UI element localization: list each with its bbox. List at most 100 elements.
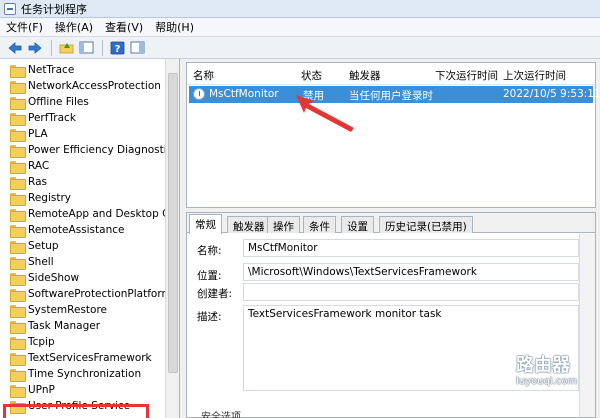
tree-item-tcpip[interactable]: Tcpip bbox=[10, 334, 55, 350]
folder-icon bbox=[10, 144, 26, 158]
toolbar: ? bbox=[0, 37, 600, 59]
tab-actions[interactable]: 操作 bbox=[267, 216, 300, 233]
folder-icon bbox=[10, 320, 26, 334]
tree-item-setup[interactable]: Setup bbox=[10, 238, 59, 254]
tree-item-label: Task Manager bbox=[28, 320, 101, 332]
task-list-header: 名称 状态 触发器 下次运行时间 上次运行时间 bbox=[187, 63, 595, 85]
menu-bar: 文件(F) 操作(A) 查看(V) 帮助(H) bbox=[0, 18, 600, 37]
tree-item-label: TextServicesFramework bbox=[28, 352, 152, 364]
tree-item-label: RemoteApp and Desktop Co bbox=[28, 208, 176, 220]
tree-item-systemrestore[interactable]: SystemRestore bbox=[10, 302, 107, 318]
column-last-run[interactable]: 上次运行时间 bbox=[503, 68, 566, 83]
name-label: 名称: bbox=[197, 245, 222, 257]
tree-item-label: Setup bbox=[28, 240, 59, 252]
folder-icon bbox=[10, 224, 26, 238]
tree-item-label: UPnP bbox=[28, 384, 55, 396]
tree-item-label: Time Synchronization bbox=[28, 368, 142, 380]
author-field[interactable] bbox=[243, 283, 579, 301]
tree-item-textservicesframework[interactable]: TextServicesFramework bbox=[10, 350, 152, 366]
svg-text:?: ? bbox=[114, 44, 120, 55]
action-pane-icon[interactable] bbox=[128, 39, 146, 57]
folder-icon bbox=[10, 336, 26, 350]
tree-item-label: Power Efficiency Diagnostics bbox=[28, 144, 178, 156]
column-name[interactable]: 名称 bbox=[193, 68, 214, 83]
tree-item-label: NetworkAccessProtection bbox=[28, 80, 161, 92]
detail-tabs: 常规 触发器 操作 条件 设置 历史记录(已禁用) bbox=[187, 213, 595, 234]
tree-item-ras[interactable]: Ras bbox=[10, 174, 47, 190]
scrollbar-thumb[interactable] bbox=[168, 73, 178, 373]
folder-icon bbox=[10, 256, 26, 270]
menu-action[interactable]: 操作(A) bbox=[55, 19, 93, 35]
tree-scrollbar[interactable] bbox=[165, 59, 179, 418]
folder-icon bbox=[10, 96, 26, 110]
folder-icon bbox=[10, 384, 26, 398]
watermark: 路由器 luyouqi.com bbox=[478, 355, 577, 389]
tab-history[interactable]: 历史记录(已禁用) bbox=[379, 216, 473, 233]
tree-item-registry[interactable]: Registry bbox=[10, 190, 71, 206]
tab-triggers[interactable]: 触发器 bbox=[227, 216, 271, 233]
tree-item-rac[interactable]: RAC bbox=[10, 158, 49, 174]
tree-item-time-synchronization[interactable]: Time Synchronization bbox=[10, 366, 141, 382]
title-bar: 任务计划程序 bbox=[0, 0, 600, 18]
tree-item-label: SoftwareProtectionPlatform bbox=[28, 288, 172, 300]
tab-general[interactable]: 常规 bbox=[189, 214, 222, 234]
column-trigger[interactable]: 触发器 bbox=[349, 68, 381, 83]
menu-help[interactable]: 帮助(H) bbox=[155, 19, 194, 35]
tree-item-label: SystemRestore bbox=[28, 304, 107, 316]
tree-item-nettrace[interactable]: NetTrace bbox=[10, 62, 74, 78]
table-row[interactable]: MsCtfMonitor 禁用 当任何用户登录时 2022/10/5 9:53:… bbox=[189, 86, 600, 103]
menu-file[interactable]: 文件(F) bbox=[6, 19, 43, 35]
tree-item-shell[interactable]: Shell bbox=[10, 254, 54, 270]
name-field[interactable]: MsCtfMonitor bbox=[243, 239, 579, 257]
tree-item-power-efficiency-diagnostics[interactable]: Power Efficiency Diagnostics bbox=[10, 142, 178, 158]
location-label: 位置: bbox=[197, 270, 222, 282]
folder-icon bbox=[10, 128, 26, 142]
annotation-arrow bbox=[296, 95, 354, 132]
tree-item-label: Offline Files bbox=[28, 96, 89, 108]
tree-item-task-manager[interactable]: Task Manager bbox=[10, 318, 100, 334]
task-last-run: 2022/10/5 9:53:11 bbox=[503, 88, 600, 100]
column-status[interactable]: 状态 bbox=[301, 68, 322, 83]
forward-arrow-icon[interactable] bbox=[26, 39, 44, 57]
tree-item-remoteassistance[interactable]: RemoteAssistance bbox=[10, 222, 124, 238]
back-arrow-icon[interactable] bbox=[6, 39, 24, 57]
tree-item-pla[interactable]: PLA bbox=[10, 126, 48, 142]
folder-icon bbox=[10, 288, 26, 302]
toolbar-separator bbox=[51, 39, 52, 56]
folder-icon bbox=[10, 112, 26, 126]
folder-icon bbox=[10, 160, 26, 174]
tree-item-sideshow[interactable]: SideShow bbox=[10, 270, 79, 286]
task-name: MsCtfMonitor bbox=[209, 88, 279, 100]
watermark-text: 路由器 bbox=[516, 355, 570, 376]
menu-view[interactable]: 查看(V) bbox=[105, 19, 143, 35]
folder-icon bbox=[10, 352, 26, 366]
folder-icon bbox=[10, 240, 26, 254]
location-field[interactable]: \Microsoft\Windows\TextServicesFramework bbox=[243, 263, 579, 281]
console-tree-icon[interactable] bbox=[77, 39, 95, 57]
folder-icon bbox=[10, 208, 26, 222]
up-folder-icon[interactable] bbox=[57, 39, 75, 57]
tree-item-label: Registry bbox=[28, 192, 71, 204]
help-icon[interactable]: ? bbox=[108, 39, 126, 57]
tree-item-offline-files[interactable]: Offline Files bbox=[10, 94, 89, 110]
tree-item-label: Ras bbox=[28, 176, 47, 188]
tree-item-remoteapp[interactable]: RemoteApp and Desktop Co bbox=[10, 206, 176, 222]
tree-item-upnp[interactable]: UPnP bbox=[10, 382, 55, 398]
tree-item-label: NetTrace bbox=[28, 64, 75, 76]
tree-item-softwareprotectionplatform[interactable]: SoftwareProtectionPlatform bbox=[10, 286, 172, 302]
description-label: 描述: bbox=[197, 311, 222, 323]
column-next-run[interactable]: 下次运行时间 bbox=[435, 68, 498, 83]
tab-conditions[interactable]: 条件 bbox=[303, 216, 336, 233]
tab-settings[interactable]: 设置 bbox=[341, 216, 374, 233]
task-clock-icon bbox=[193, 88, 205, 100]
security-options-label: 安全选项 bbox=[201, 412, 241, 418]
tree-item-networkaccessprotection[interactable]: NetworkAccessProtection bbox=[10, 78, 161, 94]
folder-icon bbox=[10, 192, 26, 206]
highlight-annotation-box bbox=[3, 404, 149, 418]
tree-item-label: RAC bbox=[28, 160, 50, 172]
tree-item-label: SideShow bbox=[28, 272, 80, 284]
tree-item-label: PLA bbox=[28, 128, 48, 140]
folder-icon bbox=[10, 64, 26, 78]
tree-item-perftrack[interactable]: PerfTrack bbox=[10, 110, 76, 126]
detail-scrollbar[interactable] bbox=[579, 234, 595, 417]
